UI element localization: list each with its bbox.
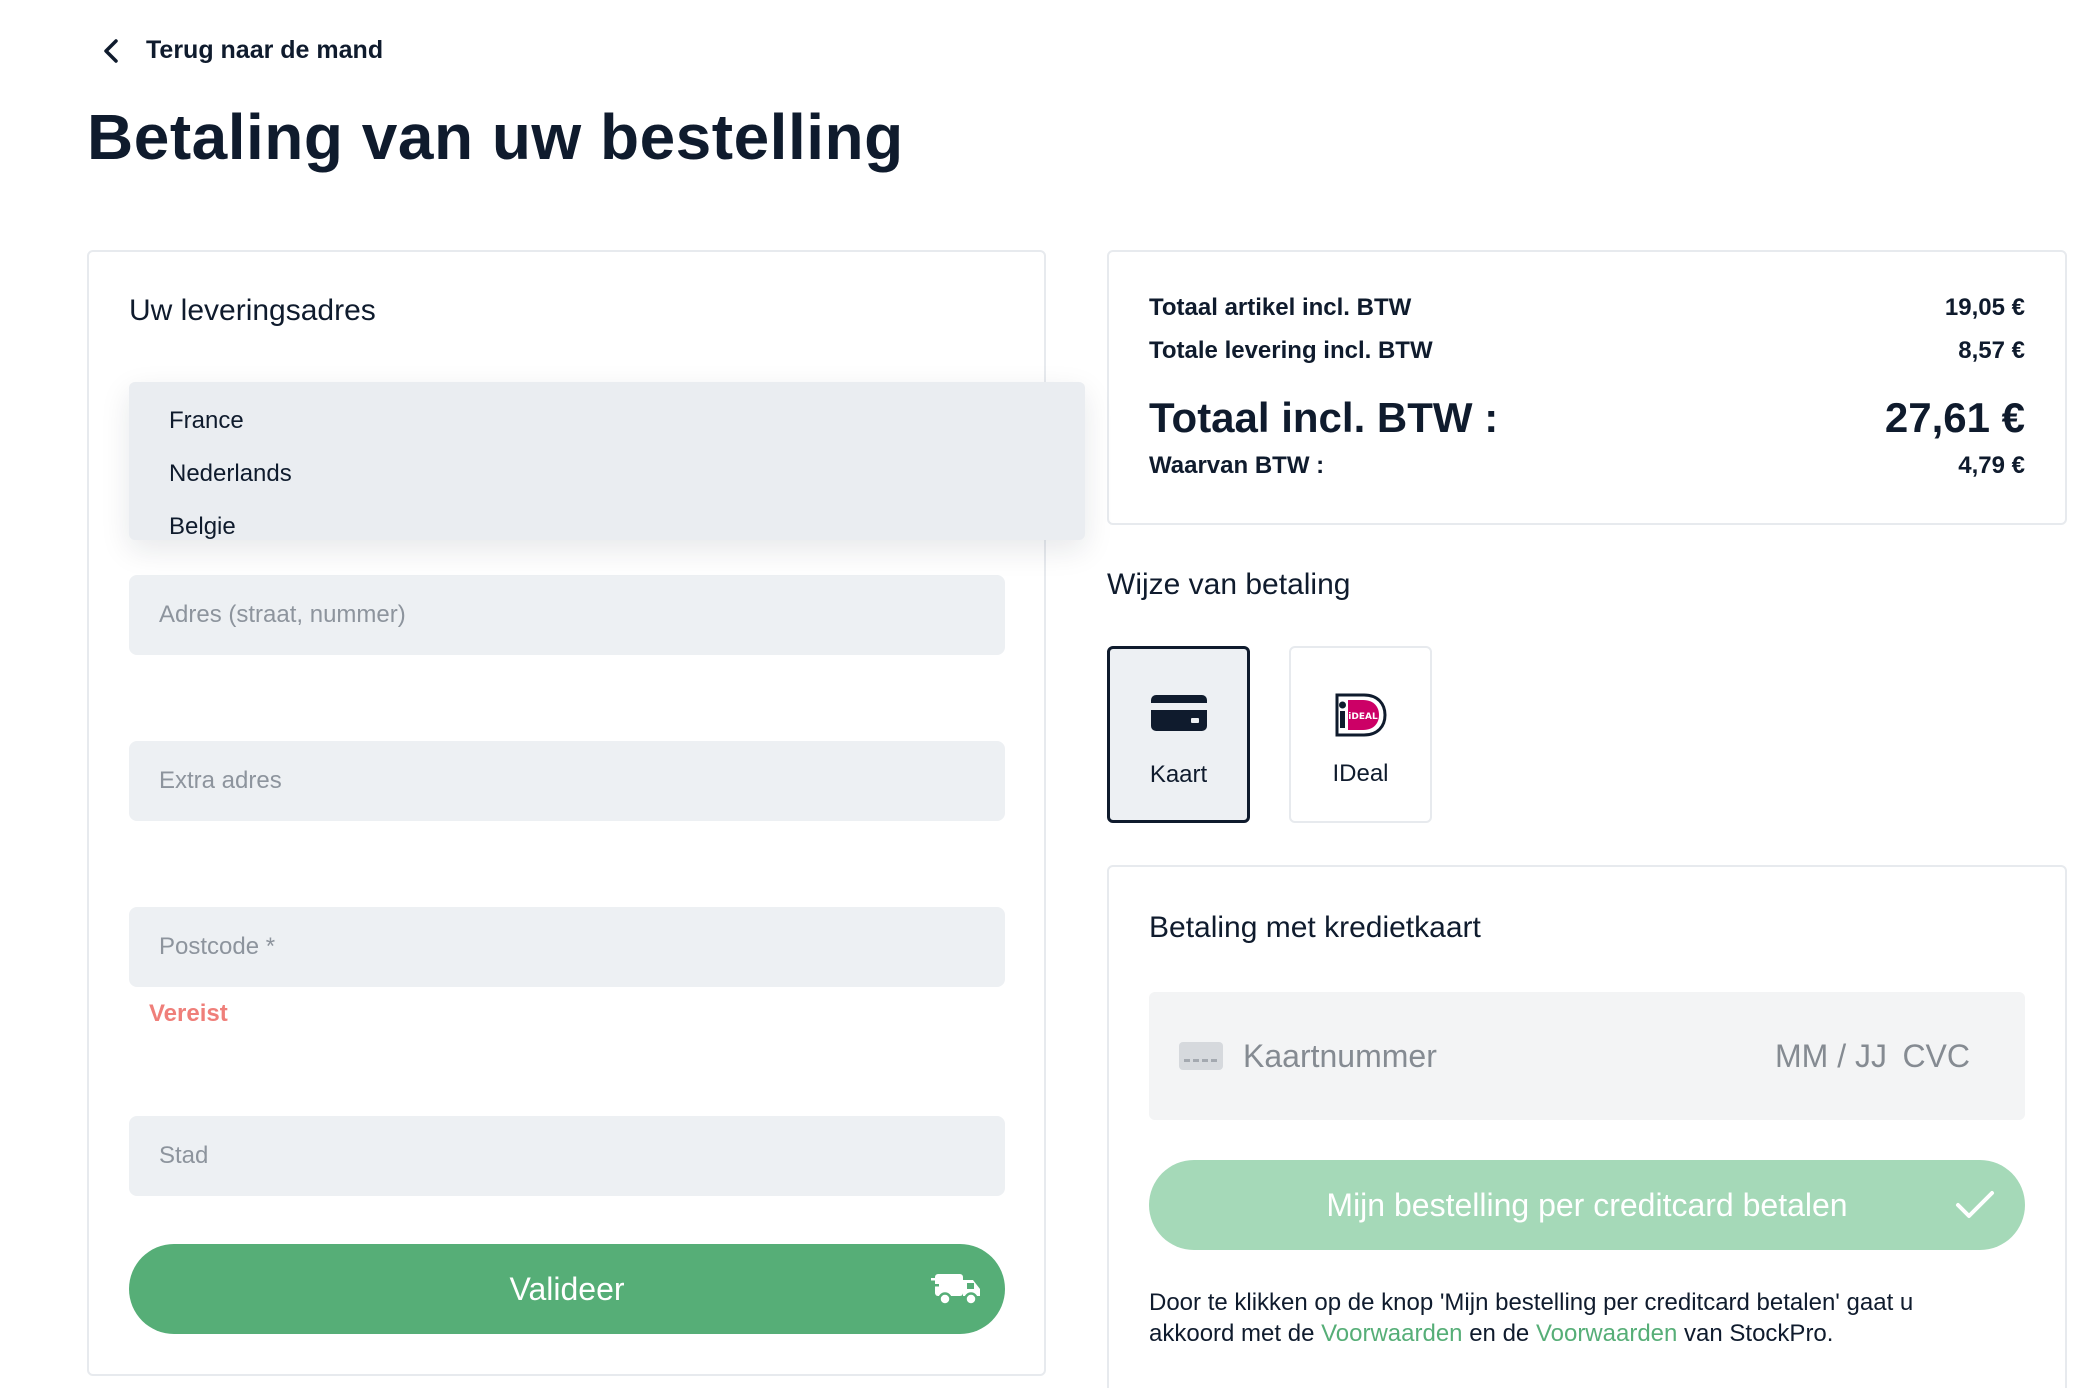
delivery-truck-icon <box>931 1274 980 1306</box>
payment-method-title: Wijze van betaling <box>1107 568 1351 601</box>
delivery-address-title: Uw leveringsadres <box>129 294 376 327</box>
grand-total-label: Totaal incl. BTW : <box>1149 394 1499 441</box>
totals-row-vat: Waarvan BTW : 4,79 € <box>1149 452 2025 480</box>
postcode-required-error: Vereist <box>149 1000 228 1027</box>
terms-notice: Door te klikken op de knop 'Mijn bestell… <box>1149 1287 1989 1349</box>
validate-button-label: Valideer <box>509 1271 625 1307</box>
delivery-address-card: Uw leveringsadres France Nederlands Belg… <box>87 250 1085 1376</box>
country-dropdown-list: France Nederlands Belgie <box>129 382 1085 540</box>
totals-row-grand-total: Totaal incl. BTW : 27,61 € <box>1149 394 2025 442</box>
card-details-input[interactable]: Kaartnummer MM / JJ CVC <box>1149 992 2025 1120</box>
country-option-belgie[interactable]: Belgie <box>129 500 1085 553</box>
terms-suffix: van StockPro. <box>1677 1320 1834 1347</box>
country-option-nederlands[interactable]: Nederlands <box>129 447 1085 500</box>
terms-middle: en de <box>1462 1320 1536 1347</box>
pay-button-label: Mijn bestelling per creditcard betalen <box>1326 1187 1848 1223</box>
card-expiry-placeholder: MM / JJ <box>1775 1038 1887 1074</box>
payment-method-card-label: Kaart <box>1149 761 1208 788</box>
validate-address-button[interactable]: Valideer <box>129 1244 1005 1334</box>
terms-link-2[interactable]: Voorwaarden <box>1536 1320 1677 1347</box>
pay-by-creditcard-button[interactable]: Mijn bestelling per creditcard betalen <box>1149 1160 2025 1250</box>
card-cvc-placeholder: CVC <box>1902 1038 1970 1074</box>
ideal-logo-text: iDEAL <box>1348 712 1378 722</box>
chevron-left-icon <box>104 38 118 63</box>
articles-total-value: 19,05 € <box>1944 294 2025 321</box>
totals-row-delivery: Totale levering incl. BTW 8,57 € <box>1149 337 2025 365</box>
payment-method-card-tile[interactable]: Kaart <box>1107 646 1250 823</box>
terms-link-1[interactable]: Voorwaarden <box>1321 1320 1462 1347</box>
page-title: Betaling van uw bestelling <box>87 101 904 173</box>
ideal-logo-icon: iDEAL <box>1335 693 1387 737</box>
delivery-total-value: 8,57 € <box>1958 337 2025 364</box>
back-to-cart-link[interactable]: Terug naar de mand <box>100 36 383 65</box>
extra-address-input[interactable] <box>129 741 1005 821</box>
payment-method-ideal-label: IDeal <box>1332 760 1389 787</box>
order-totals-card: Totaal artikel incl. BTW 19,05 € Totale … <box>1107 250 2067 525</box>
vat-value: 4,79 € <box>1958 452 2025 479</box>
payment-method-ideal-tile[interactable]: iDEAL IDeal <box>1289 646 1432 823</box>
card-placeholder-icon <box>1179 1042 1223 1070</box>
articles-total-label: Totaal artikel incl. BTW <box>1149 294 1412 321</box>
card-number-placeholder: Kaartnummer <box>1243 1038 1437 1074</box>
totals-row-articles: Totaal artikel incl. BTW 19,05 € <box>1149 294 2025 322</box>
delivery-total-label: Totale levering incl. BTW <box>1149 337 1433 364</box>
credit-card-payment-title: Betaling met kredietkaart <box>1149 911 1481 944</box>
checkmark-icon <box>1956 1191 1994 1218</box>
city-input[interactable] <box>129 1116 1005 1196</box>
credit-card-icon <box>1150 695 1207 731</box>
credit-card-payment-card: Betaling met kredietkaart Kaartnummer MM… <box>1107 865 2067 1388</box>
vat-label: Waarvan BTW : <box>1149 452 1325 479</box>
postcode-input[interactable] <box>129 907 1005 987</box>
back-link-label: Terug naar de mand <box>146 36 384 64</box>
grand-total-value: 27,61 € <box>1884 394 2025 441</box>
country-option-france[interactable]: France <box>129 394 1085 447</box>
address-input[interactable] <box>129 575 1005 655</box>
